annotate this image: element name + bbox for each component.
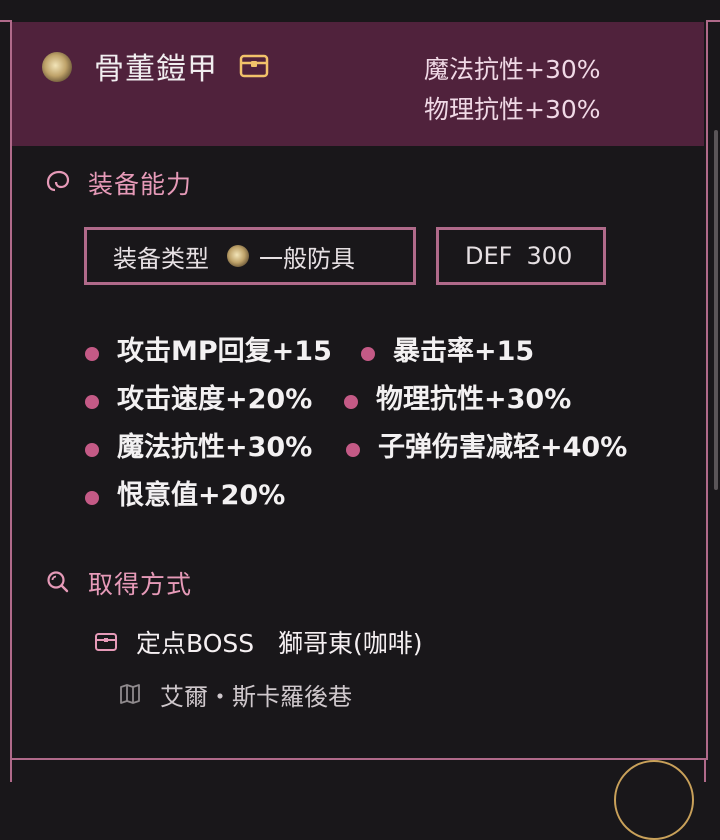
acquire-section-title: 取得方式 — [88, 570, 193, 599]
armor-item-icon — [42, 52, 72, 82]
top-divider — [0, 0, 720, 22]
source-type: 定点BOSS — [136, 629, 255, 658]
scrollbar[interactable] — [714, 130, 718, 490]
effect-bullet — [346, 443, 360, 457]
next-card-badge — [614, 760, 694, 840]
effect-crit-rate: 暴击率+15 — [393, 336, 535, 367]
effect-aggro: 恨意值+20% — [117, 480, 286, 511]
stat-physical-resist: 物理抗性+30% — [424, 95, 601, 124]
effect-physical-resist: 物理抗性+30% — [376, 384, 572, 415]
map-icon — [120, 684, 140, 704]
chest-icon[interactable] — [239, 54, 269, 78]
def-label: DEF — [465, 242, 513, 270]
source-location[interactable]: 艾爾・斯卡羅後巷 — [160, 677, 352, 712]
effect-bullet — [85, 443, 99, 457]
armor-type-icon — [227, 245, 249, 267]
effect-magic-resist: 魔法抗性+30% — [117, 432, 313, 463]
effect-bullet — [85, 491, 99, 505]
bottom-divider — [10, 758, 706, 760]
def-box: DEF 300 — [436, 227, 606, 285]
def-value: 300 — [526, 242, 573, 270]
effect-bullet — [344, 395, 358, 409]
swirl-icon — [46, 170, 70, 192]
equip-type-value: 一般防具 — [259, 244, 355, 273]
effect-mp-regen: 攻击MP回复+15 — [117, 336, 332, 367]
search-icon — [47, 571, 69, 593]
item-name: 骨董鎧甲 — [94, 52, 218, 87]
effect-bullet — [85, 395, 99, 409]
next-card-border-right — [704, 760, 706, 782]
next-card-border-left — [10, 760, 12, 782]
equip-type-label: 装备类型 — [113, 244, 209, 273]
equip-type-box: 装备类型 一般防具 — [84, 227, 416, 285]
chest-icon — [95, 633, 117, 651]
effect-bullet — [361, 347, 375, 361]
ability-section-title: 装备能力 — [88, 170, 193, 199]
effect-bullet — [85, 347, 99, 361]
effect-attack-speed: 攻击速度+20% — [117, 384, 313, 415]
stat-magic-resist: 魔法抗性+30% — [424, 55, 601, 84]
source-boss-name[interactable]: 獅哥東(咖啡) — [278, 624, 423, 660]
effect-bullet-dmg-reduce: 子弹伤害减轻+40% — [378, 432, 628, 463]
item-stats: 魔法抗性+30% 物理抗性+30% — [424, 50, 601, 130]
